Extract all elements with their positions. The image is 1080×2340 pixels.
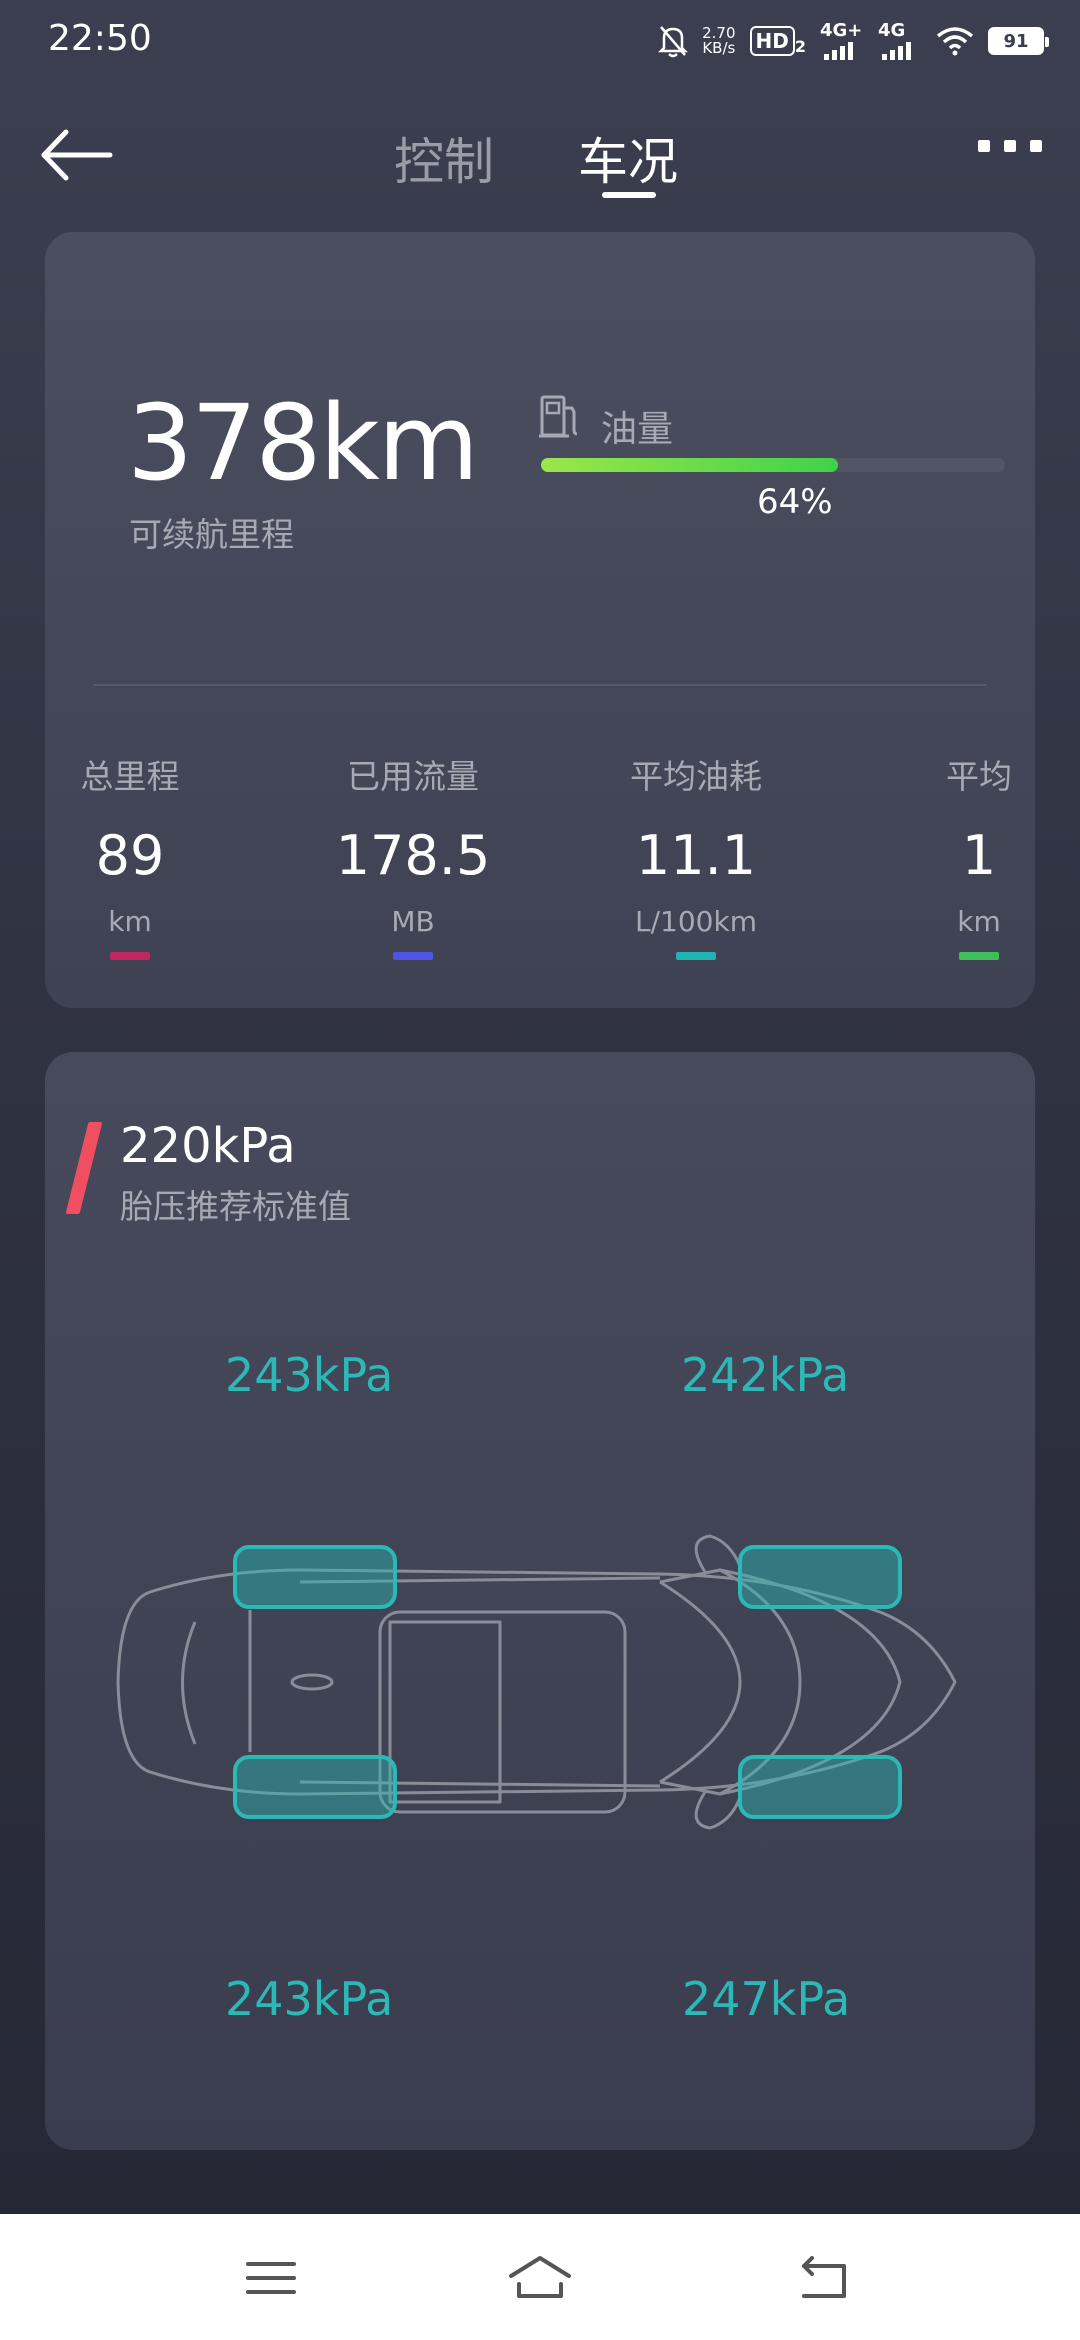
stat-color-mark <box>959 952 999 960</box>
fuel-percent: 64% <box>757 482 833 522</box>
stat-title: 平均油耗 <box>630 757 762 796</box>
fuel-pump-icon <box>539 395 578 438</box>
more-dot-icon <box>1004 140 1016 152</box>
tab-control[interactable]: 控制 <box>394 122 494 194</box>
stat-avg-fuel-consumption[interactable]: 平均油耗 11.1 L/100km <box>596 750 796 960</box>
back-nav-icon <box>802 2256 846 2298</box>
tire-front-right-pressure: 242kPa <box>681 1348 850 1402</box>
stat-color-mark <box>110 952 150 960</box>
more-dot-icon <box>978 140 990 152</box>
divider <box>93 684 987 686</box>
stat-value: 89 <box>95 824 165 887</box>
tire-rear-right-pressure: 247kPa <box>682 1972 851 2026</box>
signal-sim2-icon: 4G <box>878 20 922 60</box>
mute-bell-icon <box>658 26 689 58</box>
net-speed: 2.70 KB/s <box>702 24 736 57</box>
tire-recommended-value: 220kPa <box>120 1118 296 1174</box>
home-button[interactable] <box>505 2250 575 2306</box>
car-top-view-illustration <box>116 1534 957 1830</box>
stat-value: 11.1 <box>635 824 757 887</box>
fuel-level-fill <box>541 458 838 472</box>
tire-pressure-card: 220kPa 胎压推荐标准值 243kPa 242kPa 243kPa 247k… <box>45 1052 1035 2150</box>
stat-title: 已用流量 <box>347 757 479 796</box>
back-arrow-icon <box>41 129 113 181</box>
header: 控制 车况 <box>0 100 1080 210</box>
stat-unit: MB <box>391 905 435 938</box>
range-label: 可续航里程 <box>129 515 294 554</box>
hd-badge: HD 2 <box>749 26 806 56</box>
system-navigation-bar <box>0 2214 1080 2340</box>
menu-icon <box>246 2262 296 2294</box>
tire-front-left-pressure: 243kPa <box>225 1348 394 1402</box>
more-options-button[interactable] <box>970 126 1050 166</box>
stat-unit: L/100km <box>635 905 757 938</box>
tire-rear-left-pressure: 243kPa <box>225 1972 394 2026</box>
status-time: 22:50 <box>48 18 152 59</box>
stat-value: 178.5 <box>335 824 491 887</box>
menu-button[interactable] <box>236 2250 306 2306</box>
tire-recommended-label: 胎压推荐标准值 <box>120 1187 351 1226</box>
stat-total-mileage[interactable]: 总里程 89 km <box>45 750 230 960</box>
battery-icon: 91 <box>988 27 1049 55</box>
stat-title: 总里程 <box>80 757 180 796</box>
stat-unit: km <box>957 905 1001 938</box>
stat-avg-partial[interactable]: 平均 1 km <box>879 750 1035 960</box>
stat-data-used[interactable]: 已用流量 178.5 MB <box>313 750 513 960</box>
status-icons: 2.70 KB/s HD 2 4G+ 4G 91 <box>658 20 1049 60</box>
range-value: 378km <box>127 382 479 504</box>
stat-color-mark <box>393 952 433 960</box>
home-icon <box>509 2256 571 2298</box>
more-dot-icon <box>1030 140 1042 152</box>
stat-unit: km <box>108 905 152 938</box>
stat-title: 平均 <box>946 757 1012 796</box>
active-tab-indicator <box>602 192 656 198</box>
vehicle-summary-card: 378km 可续航里程 油量 64% 总里程 89 km 已用流量 178.5 … <box>45 232 1035 1008</box>
signal-sim1-icon: 4G+ <box>820 20 864 60</box>
fuel-label: 油量 <box>601 409 674 450</box>
status-bar: 22:50 2.70 KB/s HD 2 4G+ 4G 91 <box>0 0 1080 84</box>
accent-bar <box>65 1122 103 1214</box>
tab-vehicle-status[interactable]: 车况 <box>578 122 678 194</box>
stat-value: 1 <box>961 824 997 887</box>
back-nav-button[interactable] <box>790 2250 860 2306</box>
wifi-icon <box>936 27 974 56</box>
stat-color-mark <box>676 952 716 960</box>
fuel-level-bar <box>541 458 1005 472</box>
back-button[interactable] <box>36 120 126 190</box>
